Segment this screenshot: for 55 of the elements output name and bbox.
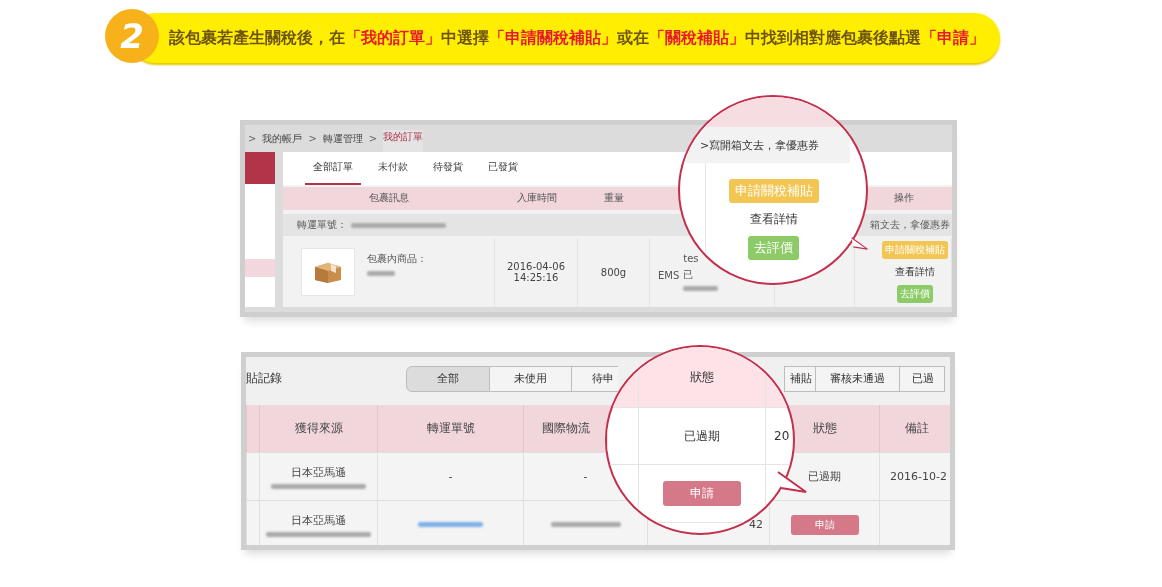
status-text: 已過期 bbox=[808, 469, 841, 484]
filter-tab[interactable]: 補貼 bbox=[784, 365, 816, 392]
redacted-text bbox=[683, 286, 719, 292]
column-header: 國際物流 bbox=[542, 420, 590, 437]
tab[interactable]: 全部訂單 bbox=[305, 152, 361, 185]
column-header: 轉運單號 bbox=[426, 420, 475, 437]
source-text: 日本亞馬遜 bbox=[291, 464, 346, 480]
tab[interactable]: 未付款 bbox=[370, 152, 416, 185]
details-link[interactable]: 查看詳情 bbox=[743, 208, 804, 231]
column-header: 狀態 bbox=[812, 420, 837, 437]
status-text: 已 bbox=[683, 268, 694, 283]
filter-tab[interactable]: 未使用 bbox=[490, 365, 572, 392]
filter-tab[interactable]: 已過 bbox=[900, 365, 945, 392]
breadcrumb-link[interactable]: 我的帳戶 bbox=[262, 131, 303, 146]
instruction-text: 該包裹若產生關稅後，在「我的訂單」中選擇「申請關稅補貼」或在「關稅補貼」中找到相對應包裹後點選「申請」 bbox=[169, 27, 985, 49]
page-title: 貼記錄 bbox=[246, 370, 283, 387]
carrier: EMS bbox=[658, 269, 680, 281]
package-icon bbox=[313, 260, 343, 285]
weight: 800g bbox=[600, 266, 627, 278]
breadcrumb-separator: > bbox=[368, 133, 378, 144]
column-header: 備註 bbox=[905, 420, 929, 437]
order-number-label: 轉運單號： bbox=[297, 218, 347, 233]
sidebar-item[interactable] bbox=[245, 259, 275, 277]
breadcrumb-link[interactable]: 我的訂單 bbox=[383, 129, 424, 152]
tab[interactable]: 待發貨 bbox=[425, 152, 471, 185]
stock-time: 2016-04-06 14:25:16 bbox=[506, 261, 566, 284]
column-header: 重量 bbox=[604, 191, 624, 206]
redacted-text bbox=[550, 522, 621, 527]
column-header: 獲得來源 bbox=[294, 420, 343, 437]
cell-text: 42 bbox=[749, 518, 763, 531]
breadcrumb-separator: > bbox=[308, 133, 317, 144]
sidebar-item[interactable] bbox=[245, 152, 275, 184]
contents-label: 包裹內商品： bbox=[367, 251, 427, 266]
filter-tab[interactable]: 待申 bbox=[572, 365, 618, 392]
note-text: tes bbox=[683, 253, 699, 265]
status-text: 已過期 bbox=[684, 427, 720, 445]
filter-tab[interactable]: 審核未通過 bbox=[816, 365, 900, 392]
details-link[interactable]: 查看詳情 bbox=[892, 263, 938, 282]
column-header: 包裹訊息 bbox=[369, 191, 409, 206]
tab[interactable]: 已發貨 bbox=[480, 152, 526, 185]
step-number: 2 bbox=[105, 9, 159, 63]
column-header: 操作 bbox=[893, 191, 914, 206]
breadcrumb-separator: > bbox=[248, 133, 257, 144]
review-link[interactable]: 箱文去，拿優惠券 bbox=[870, 218, 950, 233]
cell-text: - bbox=[448, 470, 453, 483]
column-header: 入庫時間 bbox=[516, 191, 557, 206]
cell-text: - bbox=[583, 470, 588, 483]
date-text: 20 bbox=[774, 429, 790, 443]
redacted-text bbox=[367, 270, 395, 276]
redacted-text bbox=[418, 522, 483, 527]
source-text: 日本亞馬遜 bbox=[291, 512, 346, 528]
column-header: 狀態 bbox=[690, 368, 714, 386]
breadcrumb-link[interactable]: 轉運管理 bbox=[322, 131, 363, 146]
date-text: 2016-10-2 bbox=[890, 470, 947, 483]
filter-tab[interactable]: 全部 bbox=[406, 365, 490, 392]
